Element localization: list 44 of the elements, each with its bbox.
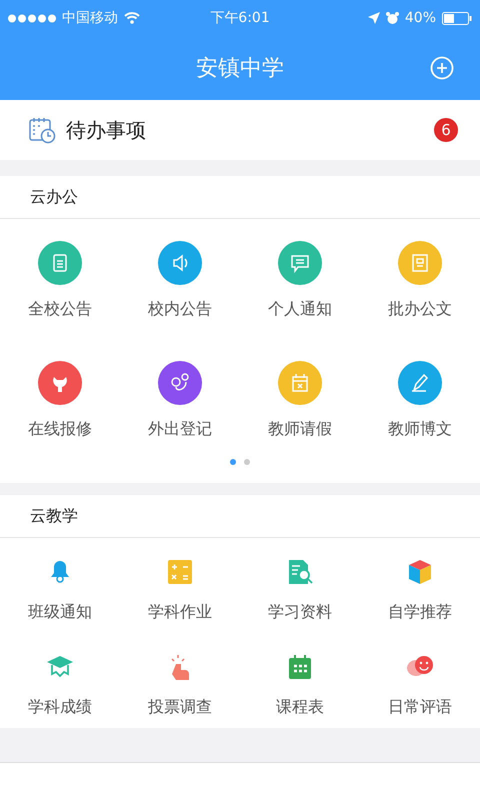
calendar-clock-icon <box>28 116 56 144</box>
feature-item[interactable]: 在线报修 <box>0 339 120 459</box>
document-search-icon <box>286 558 314 586</box>
message-icon <box>278 241 322 285</box>
cube-icon <box>406 558 434 586</box>
location-arrow-icon <box>368 12 380 24</box>
carrier-name: 中国移动 <box>62 9 118 27</box>
todo-label: 待办事项 <box>66 116 147 144</box>
feature-item[interactable]: 学科成绩 <box>0 633 120 728</box>
feature-item[interactable]: 个人通知 <box>240 219 360 339</box>
feature-item[interactable]: 教师博文 <box>360 339 480 459</box>
feature-item[interactable]: 全校公告 <box>0 219 120 339</box>
feature-item[interactable]: 自学推荐 <box>360 538 480 633</box>
battery-icon <box>442 12 472 24</box>
feature-item[interactable]: 批办公文 <box>360 219 480 339</box>
wifi-icon <box>124 12 140 24</box>
feature-item[interactable]: 教师请假 <box>240 339 360 459</box>
feature-item[interactable]: 课程表 <box>240 633 360 728</box>
status-time: 下午6:01 <box>210 9 270 27</box>
newspaper-icon <box>398 241 442 285</box>
feature-item[interactable]: 校内公告 <box>120 219 240 339</box>
todo-count-badge: 6 <box>434 118 458 142</box>
todo-row[interactable]: 待办事项 6 <box>0 100 480 160</box>
feature-item[interactable]: 学科作业 <box>120 538 240 633</box>
signal-icon <box>8 14 56 22</box>
feature-item[interactable]: 学习资料 <box>240 538 360 633</box>
route-pin-icon <box>158 361 202 405</box>
pencil-icon <box>398 361 442 405</box>
calendar-grid-icon <box>286 653 314 681</box>
feature-item[interactable]: 日常评语 <box>360 633 480 728</box>
header-title: 安镇中学 <box>196 55 284 83</box>
section-title: 云教学 <box>30 506 78 526</box>
feature-item[interactable]: 投票调查 <box>120 633 240 728</box>
page-dot[interactable] <box>230 459 236 465</box>
feature-item[interactable]: 班级通知 <box>0 538 120 633</box>
section-title: 云办公 <box>30 186 78 208</box>
add-icon[interactable] <box>430 56 454 80</box>
calendar-icon <box>278 361 322 405</box>
page-dot[interactable] <box>244 459 250 465</box>
battery-percent: 40% <box>404 10 436 26</box>
feature-item[interactable]: 外出登记 <box>120 339 240 459</box>
calculator-icon <box>166 558 194 586</box>
document-icon <box>38 241 82 285</box>
speaker-icon <box>158 241 202 285</box>
